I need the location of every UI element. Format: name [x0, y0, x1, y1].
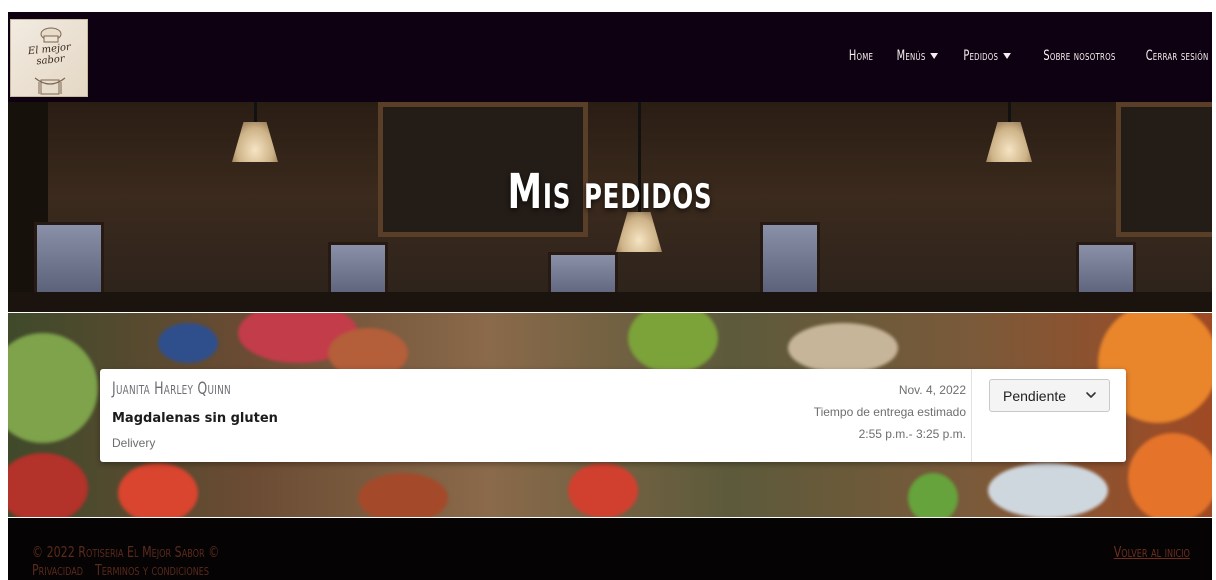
nav-home-label: Home [848, 48, 874, 64]
customer-name: Juanita Harley Quinn [112, 379, 231, 399]
nav-cerrar-sesion[interactable]: Cerrar sesión [1145, 48, 1208, 64]
nav-sobre-nosotros[interactable]: Sobre nosotros [1043, 48, 1115, 64]
brand-logo[interactable]: El mejor sabor [10, 19, 88, 97]
nav-pedidos-label: Pedidos [963, 48, 999, 64]
orders-section: Juanita Harley Quinn Magdalenas sin glut… [8, 313, 1212, 517]
status-value: Pendiente [1003, 387, 1067, 404]
nav-home[interactable]: Home [849, 48, 873, 64]
eta-range: 2:55 p.m.- 3:25 p.m. [858, 427, 966, 441]
nav-menu: Home Menús Pedidos Sobre nosotros Cerrar… [842, 48, 1208, 64]
nav-sobre-nosotros-label: Sobre nosotros [1043, 48, 1116, 64]
chevron-down-icon [1086, 392, 1096, 398]
order-status-select[interactable]: Pendiente [989, 379, 1110, 412]
footer-info: © 2022 Rotiseria El Mejor Sabor © Privac… [32, 543, 219, 579]
copyright-text: © 2022 Rotiseria El Mejor Sabor © [32, 543, 220, 561]
nav-menus-dropdown[interactable]: Menús [896, 48, 939, 64]
terms-link[interactable]: Terminos y condiciones [95, 561, 209, 579]
page-title: Mis pedidos [507, 164, 713, 220]
navbar: El mejor sabor Home Menús Pedidos Sobre … [8, 12, 1212, 102]
hero-banner: Mis pedidos [8, 102, 1212, 312]
caret-down-icon [930, 53, 939, 59]
order-delivery-type: Delivery [112, 436, 156, 450]
nav-pedidos-dropdown[interactable]: Pedidos [963, 48, 1012, 64]
nav-menus-label: Menús [896, 48, 926, 64]
order-meta: Nov. 4, 2022 Tiempo de entrega estimado … [814, 379, 966, 445]
footer: © 2022 Rotiseria El Mejor Sabor © Privac… [8, 518, 1212, 580]
order-date: Nov. 4, 2022 [898, 383, 966, 397]
nav-cerrar-sesion-label: Cerrar sesión [1145, 48, 1208, 64]
back-to-home-link[interactable]: Volver al inicio [1114, 543, 1190, 561]
page-frame: El mejor sabor Home Menús Pedidos Sobre … [8, 12, 1212, 580]
order-card: Juanita Harley Quinn Magdalenas sin glut… [100, 369, 1126, 462]
caret-down-icon [1003, 53, 1012, 59]
privacy-link[interactable]: Privacidad [32, 561, 83, 579]
eta-label: Tiempo de entrega estimado [813, 405, 966, 419]
order-product: Magdalenas sin gluten [112, 411, 278, 426]
card-divider [971, 369, 972, 462]
